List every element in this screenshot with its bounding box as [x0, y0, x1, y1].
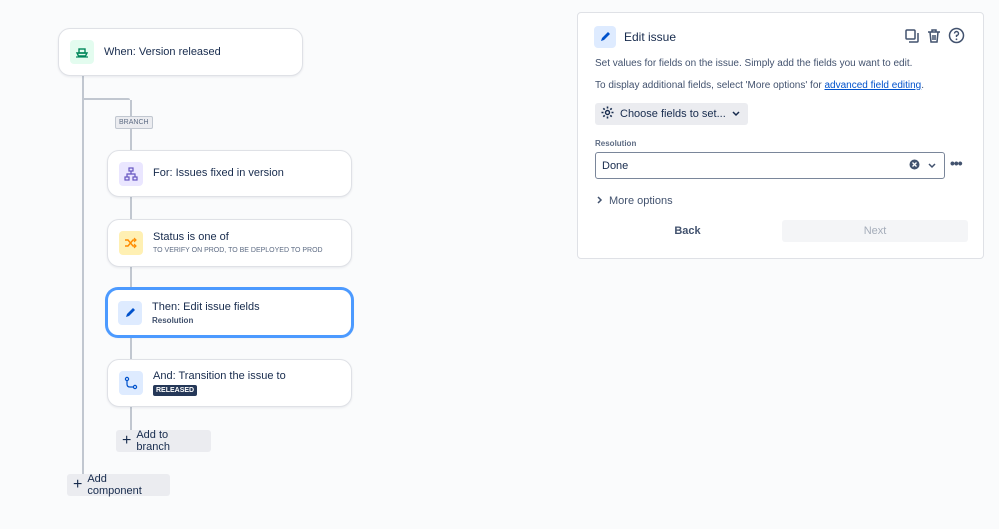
add-to-branch-label: Add to branch — [136, 429, 170, 453]
action-card[interactable]: Then: Edit issue fields Resolution — [106, 288, 353, 337]
transition-title: And: Transition the issue to — [153, 370, 286, 382]
action-subtitle: Resolution — [152, 315, 194, 325]
add-to-branch-button[interactable]: + Add to branch — [116, 429, 211, 453]
resolution-select[interactable]: Done — [595, 152, 945, 179]
panel-actions — [904, 27, 965, 49]
panel-title: Edit issue — [624, 30, 677, 44]
main-connector-line — [82, 75, 84, 485]
condition-subtitle: TO VERIFY ON PROD, TO BE DEPLOYED TO PRO… — [153, 247, 323, 254]
transition-icon — [119, 371, 143, 395]
plus-icon: + — [122, 432, 132, 449]
pencil-icon — [594, 26, 616, 48]
copy-icon[interactable] — [904, 28, 920, 49]
trash-icon[interactable] — [926, 28, 942, 49]
panel-description-2: To display additional fields, select 'Mo… — [595, 80, 924, 91]
more-options-toggle[interactable]: More options — [597, 195, 673, 207]
branch-connector-top — [82, 98, 130, 100]
branch-card[interactable]: For: Issues fixed in version — [107, 150, 352, 197]
resolution-label: Resolution — [595, 139, 637, 148]
branch-card-title: For: Issues fixed in version — [153, 167, 284, 179]
chevron-right-icon — [597, 195, 603, 207]
condition-title: Status is one of — [153, 231, 229, 243]
edit-issue-panel: Edit issue Set values for fields on the … — [577, 12, 984, 259]
back-button[interactable]: Back — [595, 220, 780, 242]
shuffle-icon — [119, 231, 143, 255]
trigger-card[interactable]: When: Version released — [58, 28, 303, 76]
branch-badge: BRANCH — [115, 116, 153, 129]
panel-header: Edit issue — [594, 26, 676, 48]
desc2-text: To display additional fields, select 'Mo… — [595, 80, 825, 91]
gear-icon — [601, 106, 614, 122]
panel-description: Set values for fields on the issue. Simp… — [595, 58, 913, 69]
advanced-field-editing-link[interactable]: advanced field editing — [825, 80, 922, 91]
transition-card[interactable]: And: Transition the issue to RELEASED — [107, 359, 352, 407]
status-lozenge: RELEASED — [153, 385, 198, 396]
plus-icon: + — [73, 476, 83, 493]
ship-icon — [70, 40, 94, 64]
pencil-icon — [118, 300, 142, 325]
choose-fields-label: Choose fields to set... — [620, 108, 726, 120]
help-icon[interactable] — [948, 27, 965, 49]
select-icons — [909, 159, 936, 173]
add-component-label: Add component — [87, 473, 142, 497]
chevron-down-icon[interactable] — [928, 160, 936, 172]
desc2-suffix: . — [921, 80, 925, 91]
next-button[interactable]: Next — [782, 220, 968, 242]
trigger-title: When: Version released — [104, 45, 221, 58]
more-options-label: More options — [609, 195, 673, 207]
chevron-down-icon — [732, 108, 740, 120]
condition-card[interactable]: Status is one of TO VERIFY ON PROD, TO B… — [107, 219, 352, 267]
choose-fields-button[interactable]: Choose fields to set... — [595, 103, 748, 125]
hierarchy-icon — [119, 161, 143, 186]
add-component-button[interactable]: + Add component — [67, 473, 170, 497]
clear-icon[interactable] — [909, 159, 920, 173]
resolution-value: Done — [602, 159, 629, 172]
action-title: Then: Edit issue fields — [152, 300, 260, 313]
more-actions-icon[interactable]: ••• — [950, 155, 963, 171]
